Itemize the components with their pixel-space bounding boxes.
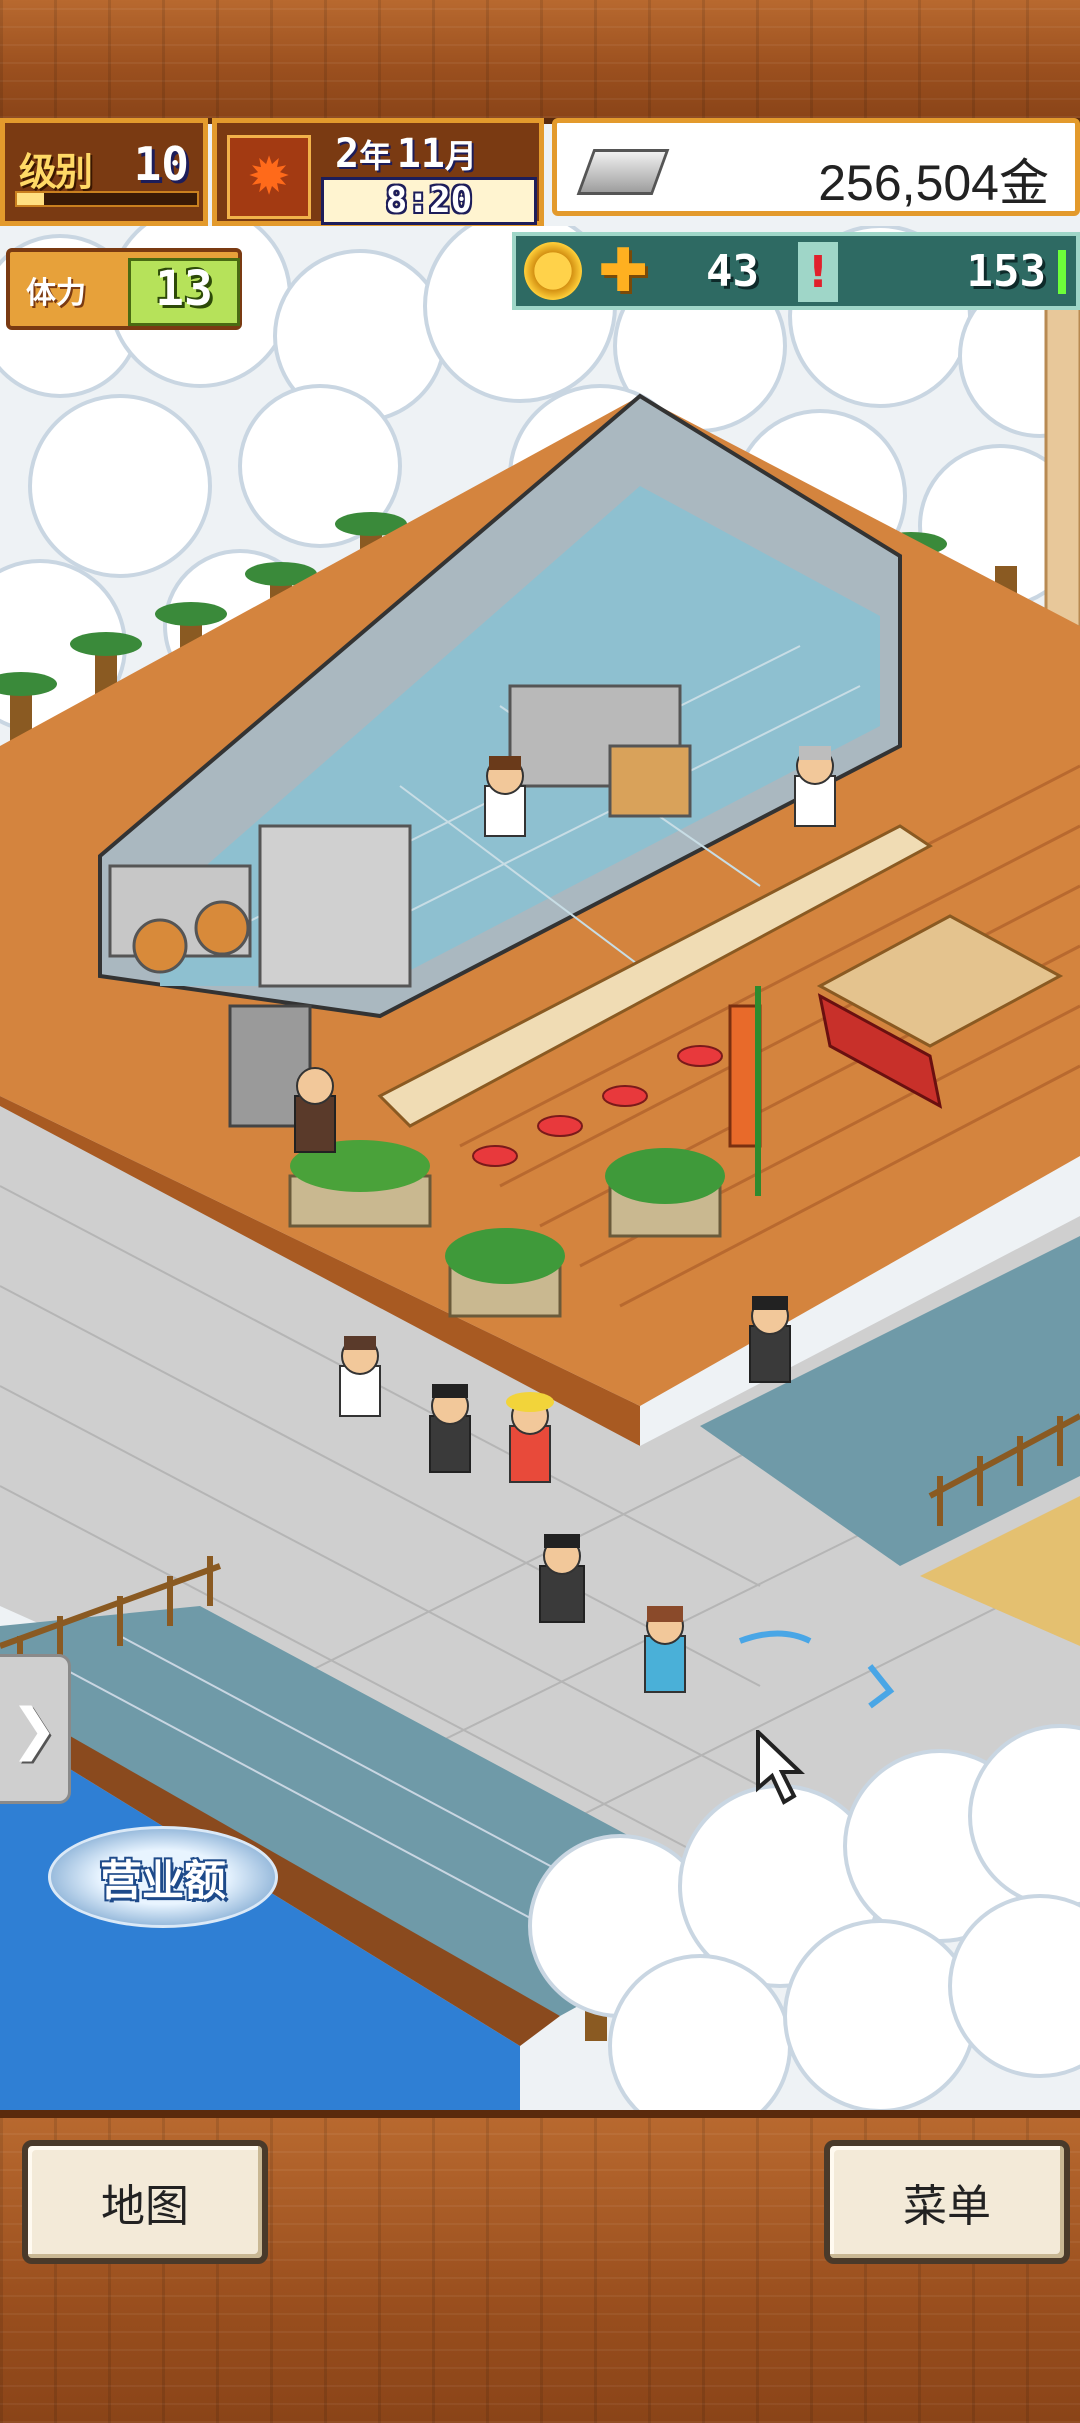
research-points-value: 153 (966, 246, 1046, 297)
exclamation-icon: ! (807, 246, 829, 298)
year-value: 2 (335, 131, 360, 177)
sales-button[interactable]: 营业额 (48, 1826, 278, 1928)
coin-icon (524, 242, 582, 300)
month-value: 11 (396, 131, 445, 177)
plus-icon: ✚ (598, 236, 649, 306)
stamina-panel: 体力 13 (6, 248, 242, 330)
side-panel-toggle[interactable]: ❯ (0, 1654, 71, 1804)
top-wood-panel (0, 0, 1080, 124)
maple-leaf-icon: ✹ (227, 135, 311, 219)
level-value: 10 (133, 137, 189, 191)
sales-label: 营业额 (99, 1855, 226, 1905)
level-progress-bar (15, 191, 199, 207)
month-unit: 月 (444, 137, 477, 175)
restaurant-scene[interactable]: ❯ 营业额 (0, 226, 1080, 2110)
pointer-cursor-icon (756, 1730, 805, 1805)
money-value: 256,504金 (818, 155, 1049, 211)
money-panel: 256,504金 (552, 118, 1080, 216)
coin-points-value: 43 (706, 246, 759, 297)
stamina-label: 体力 (26, 276, 86, 311)
menu-button[interactable]: 菜单 (824, 2140, 1070, 2264)
stamina-value-box: 13 (128, 258, 240, 326)
level-progress-fill (17, 193, 44, 205)
chevron-right-icon: ❯ (10, 1696, 58, 1762)
points-panel: ✚ 43 ! 153 (512, 232, 1080, 310)
date-line: 2年 11月 (335, 131, 477, 177)
date-panel: ✹ 2年 11月 8:20 (212, 118, 544, 226)
year-unit: 年 (359, 137, 392, 175)
time-display: 8:20 (321, 177, 537, 225)
map-button[interactable]: 地图 (22, 2140, 268, 2264)
stamina-value: 13 (155, 261, 213, 317)
silver-bar-icon (576, 149, 670, 195)
level-panel: 级别 10 (0, 118, 208, 226)
research-points-bar (1058, 250, 1066, 294)
level-label: 级别 (19, 150, 93, 194)
